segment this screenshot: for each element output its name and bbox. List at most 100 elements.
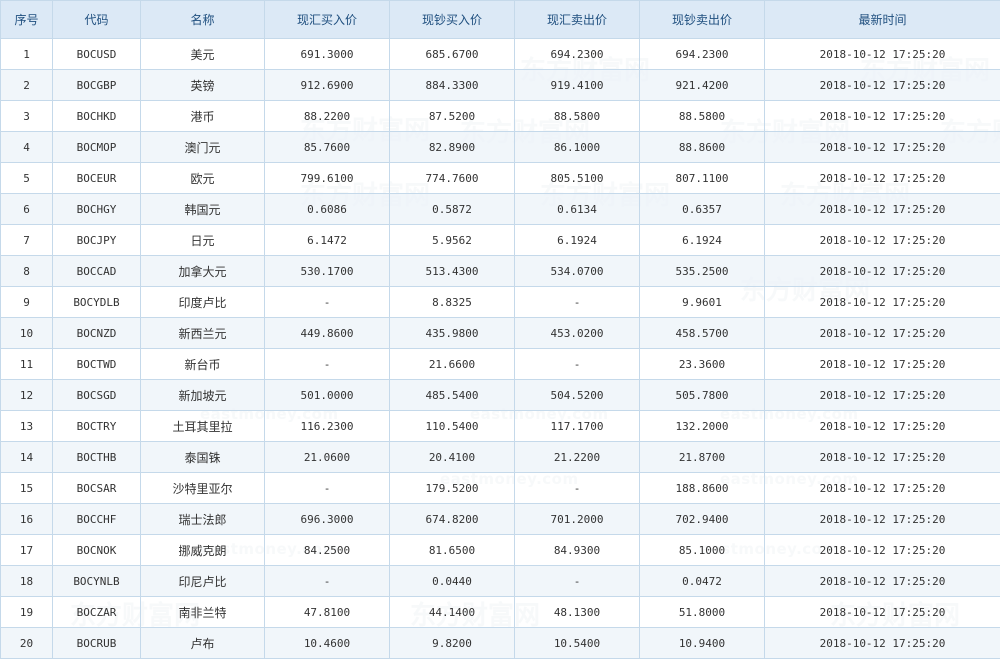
table-row: 7 BOCJPY 日元 6.1472 5.9562 6.1924 6.1924 2018-10… [0,224,1000,256]
cell-index: 6 [0,193,53,225]
table-row: 12 BOCSGD 新加坡元 501.0000 485.5400 504.5200 505.… [0,379,1000,411]
cell-index: 17 [0,534,53,566]
cell-spot-buy: - [264,286,390,318]
cell-code: BOCNOK [52,534,141,566]
col-header-spot-sell[interactable]: 现汇卖出价 [514,0,640,39]
cell-spot-sell: - [514,348,640,380]
cell-spot-sell: - [514,565,640,597]
cell-cash-sell: 88.5800 [639,100,765,132]
table-row: 14 BOCTHB 泰国铢 21.0600 20.4100 21.2200 21.8700 2… [0,441,1000,473]
cell-index: 7 [0,224,53,256]
cell-name: 印度卢比 [140,286,265,318]
cell-latest-time: 2018-10-12 17:25:20 [764,255,1000,287]
cell-name: 卢布 [140,627,265,659]
cell-cash-sell: 505.7800 [639,379,765,411]
col-header-latest-time[interactable]: 最新时间 [764,0,1000,39]
cell-latest-time: 2018-10-12 17:25:20 [764,100,1000,132]
cell-spot-buy: 799.6100 [264,162,390,194]
cell-spot-buy: - [264,472,390,504]
table-body: 1 BOCUSD 美元 691.3000 685.6700 694.2300 694.230… [0,38,1000,659]
cell-spot-sell: 21.2200 [514,441,640,473]
table-row: 16 BOCCHF 瑞士法郎 696.3000 674.8200 701.2000 702.… [0,503,1000,535]
cell-name: 印尼卢比 [140,565,265,597]
cell-spot-sell: 10.5400 [514,627,640,659]
cell-cash-sell: 807.1100 [639,162,765,194]
cell-name: 挪威克朗 [140,534,265,566]
table-row: 15 BOCSAR 沙特里亚尔 -179.5200-188.8600 2018-10-1… [0,472,1000,504]
cell-index: 19 [0,596,53,628]
cell-cash-buy: 8.8325 [389,286,515,318]
cell-cash-buy: 774.7600 [389,162,515,194]
table-row: 2 BOCGBP 英镑 912.6900 884.3300 919.4100 921.420… [0,69,1000,101]
cell-index: 2 [0,69,53,101]
cell-code: BOCYDLB [52,286,141,318]
col-header-code[interactable]: 代码 [52,0,141,39]
cell-latest-time: 2018-10-12 17:25:20 [764,410,1000,442]
cell-spot-sell: 84.9300 [514,534,640,566]
cell-spot-buy: 912.6900 [264,69,390,101]
cell-latest-time: 2018-10-12 17:25:20 [764,131,1000,163]
col-header-cash-sell[interactable]: 现钞卖出价 [639,0,765,39]
cell-cash-buy: 110.5400 [389,410,515,442]
col-header-name[interactable]: 名称 [140,0,265,39]
cell-index: 3 [0,100,53,132]
cell-name: 泰国铢 [140,441,265,473]
cell-cash-buy: 674.8200 [389,503,515,535]
cell-code: BOCHGY [52,193,141,225]
cell-index: 15 [0,472,53,504]
col-header-cash-buy[interactable]: 现钞买入价 [389,0,515,39]
cell-code: BOCMOP [52,131,141,163]
cell-cash-sell: 0.0472 [639,565,765,597]
cell-cash-buy: 179.5200 [389,472,515,504]
cell-cash-sell: 535.2500 [639,255,765,287]
cell-spot-buy: 88.2200 [264,100,390,132]
cell-latest-time: 2018-10-12 17:25:20 [764,472,1000,504]
cell-latest-time: 2018-10-12 17:25:20 [764,286,1000,318]
cell-latest-time: 2018-10-12 17:25:20 [764,596,1000,628]
cell-code: BOCJPY [52,224,141,256]
cell-cash-sell: 10.9400 [639,627,765,659]
exchange-rate-table: 序号 代码 名称 现汇买入价 现钞买入价 现汇卖出价 现钞卖出价 最新时间 1B… [0,0,1000,659]
table-row: 8 BOCCAD 加拿大元 530.1700 513.4300 534.0700 535.2… [0,255,1000,287]
table-row: 3 BOCHKD 港币 88.2200 87.5200 88.5800 88.5800 201… [0,100,1000,132]
cell-index: 12 [0,379,53,411]
cell-spot-buy: 6.1472 [264,224,390,256]
cell-spot-sell: 0.6134 [514,193,640,225]
table-row: 6 BOCHGY 韩国元 0.6086 0.5872 0.6134 0.6357 2018-1… [0,193,1000,225]
cell-latest-time: 2018-10-12 17:25:20 [764,224,1000,256]
table-row: 13 BOCTRY 土耳其里拉 116.2300 110.5400 117.1700 132… [0,410,1000,442]
cell-index: 8 [0,255,53,287]
cell-code: BOCTRY [52,410,141,442]
cell-spot-buy: 116.2300 [264,410,390,442]
cell-latest-time: 2018-10-12 17:25:20 [764,348,1000,380]
cell-name: 新加坡元 [140,379,265,411]
cell-spot-sell: 88.5800 [514,100,640,132]
cell-code: BOCYNLB [52,565,141,597]
cell-spot-buy: 0.6086 [264,193,390,225]
cell-cash-buy: 82.8900 [389,131,515,163]
cell-index: 14 [0,441,53,473]
cell-index: 10 [0,317,53,349]
cell-cash-sell: 51.8000 [639,596,765,628]
cell-cash-sell: 694.2300 [639,38,765,70]
cell-name: 澳门元 [140,131,265,163]
cell-index: 18 [0,565,53,597]
cell-spot-buy: 85.7600 [264,131,390,163]
cell-spot-buy: 501.0000 [264,379,390,411]
cell-spot-sell: 534.0700 [514,255,640,287]
cell-code: BOCHKD [52,100,141,132]
cell-cash-sell: 6.1924 [639,224,765,256]
col-header-spot-buy[interactable]: 现汇买入价 [264,0,390,39]
cell-spot-buy: 84.2500 [264,534,390,566]
cell-name: 瑞士法郎 [140,503,265,535]
cell-code: BOCCHF [52,503,141,535]
col-header-index[interactable]: 序号 [0,0,53,39]
cell-cash-sell: 921.4200 [639,69,765,101]
cell-cash-buy: 884.3300 [389,69,515,101]
cell-latest-time: 2018-10-12 17:25:20 [764,162,1000,194]
cell-cash-buy: 87.5200 [389,100,515,132]
cell-latest-time: 2018-10-12 17:25:20 [764,379,1000,411]
cell-cash-buy: 20.4100 [389,441,515,473]
cell-code: BOCTWD [52,348,141,380]
table-row: 9 BOCYDLB 印度卢比 -8.8325-9.9601 2018-10-12 17:… [0,286,1000,318]
